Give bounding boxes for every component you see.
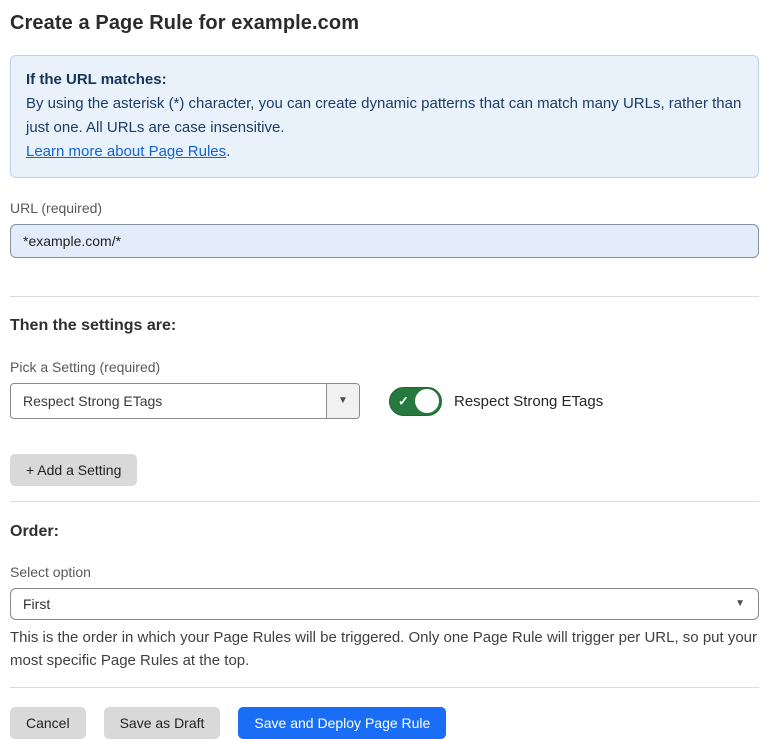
toggle-knob	[415, 389, 439, 413]
divider	[10, 501, 759, 502]
url-match-info-box: If the URL matches: By using the asteris…	[10, 55, 759, 178]
settings-section-heading: Then the settings are:	[10, 317, 759, 335]
divider	[10, 296, 759, 297]
order-section-heading: Order:	[10, 523, 759, 541]
divider	[10, 687, 759, 688]
page-title: Create a Page Rule for example.com	[10, 12, 759, 35]
url-input[interactable]	[10, 224, 759, 258]
chevron-down-icon: ▼	[735, 599, 745, 609]
setting-toggle-label: Respect Strong ETags	[454, 393, 603, 410]
save-deploy-button[interactable]: Save and Deploy Page Rule	[238, 707, 446, 739]
learn-more-link[interactable]: Learn more about Page Rules	[26, 143, 226, 160]
chevron-down-icon: ▼	[338, 396, 348, 406]
setting-select-caret-button[interactable]: ▼	[326, 384, 359, 418]
setting-picker-label: Pick a Setting (required)	[10, 359, 759, 375]
setting-select-value: Respect Strong ETags	[11, 384, 326, 418]
info-box-body: By using the asterisk (*) character, you…	[26, 92, 743, 140]
order-select[interactable]: First ▼	[10, 588, 759, 620]
form-actions: Cancel Save as Draft Save and Deploy Pag…	[10, 707, 759, 739]
setting-row: Respect Strong ETags ▼ ✓ Respect Strong …	[10, 383, 759, 419]
save-draft-button[interactable]: Save as Draft	[104, 707, 221, 739]
add-setting-button[interactable]: + Add a Setting	[10, 454, 137, 486]
link-suffix: .	[226, 143, 230, 160]
setting-select[interactable]: Respect Strong ETags ▼	[10, 383, 360, 419]
cancel-button[interactable]: Cancel	[10, 707, 86, 739]
order-help-text: This is the order in which your Page Rul…	[10, 626, 759, 673]
check-icon: ✓	[398, 395, 409, 408]
order-select-value: First	[23, 596, 50, 612]
url-field-label: URL (required)	[10, 200, 759, 216]
info-box-link-line: Learn more about Page Rules.	[26, 140, 743, 164]
order-select-label: Select option	[10, 564, 759, 580]
info-box-heading: If the URL matches:	[26, 68, 743, 92]
setting-toggle[interactable]: ✓	[389, 387, 442, 416]
